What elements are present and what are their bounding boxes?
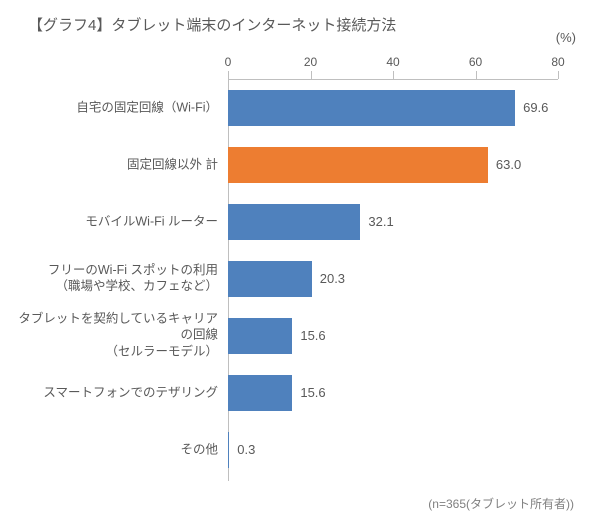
value-label: 32.1 — [368, 214, 393, 229]
value-label: 0.3 — [237, 442, 255, 457]
bar — [228, 318, 292, 354]
bar-row: モバイルWi-Fi ルーター32.1 — [228, 193, 558, 250]
axis-tick — [393, 71, 394, 79]
sample-size-footnote: (n=365(タブレット所有者)) — [428, 495, 574, 512]
value-label: 69.6 — [523, 100, 548, 115]
bar — [228, 90, 515, 126]
bar-row: タブレットを契約しているキャリアの回線（セルラーモデル）15.6 — [228, 307, 558, 364]
axis-tick — [311, 71, 312, 79]
bar-highlight — [228, 147, 488, 183]
bar — [228, 375, 292, 411]
bar — [228, 261, 312, 297]
axis-tick-label: 20 — [304, 55, 317, 69]
plot-area: 自宅の固定回線（Wi-Fi）69.6固定回線以外 計63.0モバイルWi-Fi … — [228, 79, 558, 481]
axis-tick — [476, 71, 477, 79]
chart-area: 020406080 自宅の固定回線（Wi-Fi）69.6固定回線以外 計63.0… — [228, 61, 558, 481]
axis-tick — [558, 71, 559, 79]
category-label: タブレットを契約しているキャリアの回線（セルラーモデル） — [18, 310, 228, 361]
bar-row: その他0.3 — [228, 421, 558, 478]
category-label: モバイルWi-Fi ルーター — [18, 213, 228, 230]
axis-tick-label: 60 — [469, 55, 482, 69]
chart-title: 【グラフ4】タブレット端末のインターネット接続方法 — [28, 14, 582, 35]
bar-row: フリーのWi-Fi スポットの利用（職場や学校、カフェなど）20.3 — [228, 250, 558, 307]
axis-tick-label: 0 — [225, 55, 232, 69]
category-label: その他 — [18, 441, 228, 458]
category-label: 自宅の固定回線（Wi-Fi） — [18, 99, 228, 116]
bar-row: 自宅の固定回線（Wi-Fi）69.6 — [228, 79, 558, 136]
bar — [228, 204, 360, 240]
axis-tick-label: 80 — [551, 55, 564, 69]
category-label: スマートフォンでのテザリング — [18, 384, 228, 401]
value-label: 15.6 — [300, 328, 325, 343]
bar — [228, 432, 229, 468]
bar-row: スマートフォンでのテザリング15.6 — [228, 364, 558, 421]
bar-row: 固定回線以外 計63.0 — [228, 136, 558, 193]
axis-tick-label: 40 — [386, 55, 399, 69]
value-label: 15.6 — [300, 385, 325, 400]
axis-tick — [228, 71, 229, 79]
category-label: フリーのWi-Fi スポットの利用（職場や学校、カフェなど） — [18, 262, 228, 296]
value-label: 20.3 — [320, 271, 345, 286]
category-label: 固定回線以外 計 — [18, 156, 228, 173]
unit-label: (%) — [556, 30, 576, 45]
value-label: 63.0 — [496, 157, 521, 172]
